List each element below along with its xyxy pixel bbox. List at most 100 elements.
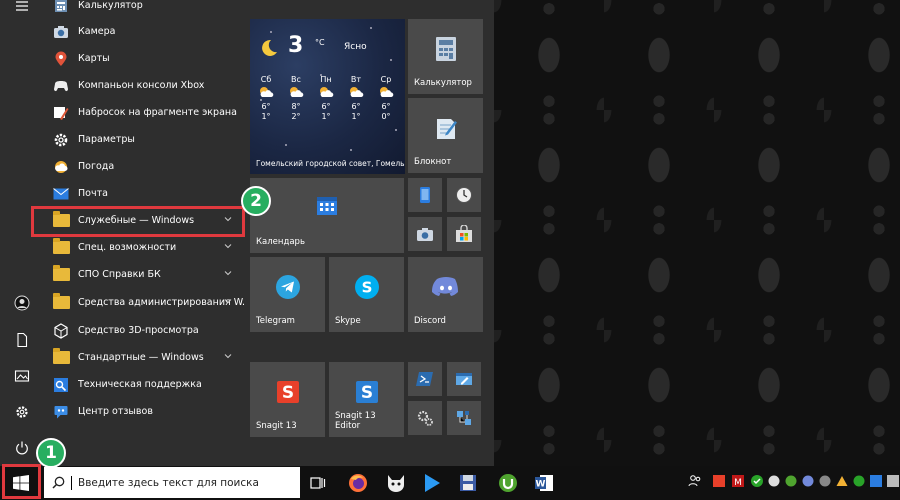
tile-powershell[interactable]	[408, 362, 442, 396]
firefox-taskbar-button[interactable]	[342, 468, 374, 498]
tile-remote-desktop[interactable]	[447, 362, 481, 396]
tile-snagit[interactable]: S Snagit 13	[250, 362, 325, 437]
tile-skype[interactable]: S Skype	[329, 257, 404, 332]
tile-discord[interactable]: Discord	[408, 257, 483, 332]
tray-app-4[interactable]	[767, 474, 781, 488]
tray-app-2[interactable]: M	[731, 474, 745, 488]
gear-icon	[16, 406, 28, 418]
tile-calendar[interactable]: Календарь	[250, 178, 404, 253]
tray-app-6[interactable]	[801, 474, 815, 488]
tray-app-10[interactable]	[869, 474, 883, 488]
tile-label-line2: Editor	[335, 421, 361, 432]
weather-icon	[52, 158, 70, 176]
partly-cloudy-icon	[260, 86, 274, 97]
tile-notepad[interactable]: Блокнот	[408, 98, 483, 173]
app-xbox-companion[interactable]: Компаньон консоли Xbox	[44, 72, 244, 99]
app-camera[interactable]: Камера	[44, 18, 244, 45]
app-tech-support[interactable]: Техническая поддержка	[44, 371, 244, 398]
forecast-low: 1°	[261, 112, 271, 122]
settings-button[interactable]	[0, 394, 44, 430]
firefox-icon	[349, 474, 367, 492]
clock-icon	[456, 187, 472, 203]
warning-icon	[836, 476, 848, 486]
media-player-taskbar-button[interactable]	[416, 468, 448, 498]
calculator-icon	[52, 0, 70, 15]
snagit-icon: S	[276, 380, 300, 404]
app-settings[interactable]: Параметры	[44, 126, 244, 153]
snip-sketch-icon	[52, 104, 70, 122]
tray-app-5[interactable]	[784, 474, 798, 488]
tile-snagit-editor[interactable]: S Snagit 13 Editor	[329, 362, 404, 437]
skype-icon: S	[354, 274, 380, 300]
3d-viewer-icon	[52, 322, 70, 340]
maps-pin-icon	[52, 50, 70, 68]
utorrent-taskbar-button[interactable]	[492, 468, 524, 498]
tray-app-3[interactable]	[750, 474, 764, 488]
tile-alarms-clock[interactable]	[447, 178, 481, 212]
forecast-day-name: Сб	[260, 75, 272, 84]
play-icon	[425, 474, 440, 492]
app-label: Техническая поддержка	[78, 379, 202, 390]
chat-icon	[768, 475, 780, 487]
folder-admin-tools[interactable]: Средства администрирования W...	[44, 289, 244, 316]
tray-app-8[interactable]	[835, 474, 849, 488]
app-weather[interactable]: Погода	[44, 153, 244, 180]
tile-camera[interactable]	[408, 217, 442, 251]
weather-tile[interactable]: 3 °C Ясно Сб 6° 1° Вс 8° 2° Пн 6° 1° Вт …	[250, 19, 405, 174]
power-icon	[16, 441, 28, 455]
folder-icon	[52, 265, 70, 284]
app-taskbar-button[interactable]	[380, 468, 412, 498]
app-label: Карты	[78, 53, 110, 64]
app-label: Средство 3D-просмотра	[78, 325, 199, 336]
tile-calculator[interactable]: Калькулятор	[408, 19, 483, 94]
tile-microsoft-store[interactable]	[447, 217, 481, 251]
app-tray-icon	[713, 475, 725, 487]
tile-component-services[interactable]	[447, 401, 481, 435]
weather-condition: Ясно	[344, 42, 367, 52]
forecast-low: 1°	[321, 112, 331, 122]
forecast-day-name: Ср	[380, 75, 392, 84]
powershell-icon	[416, 372, 433, 386]
pictures-button[interactable]	[0, 358, 44, 394]
folder-windows-standard[interactable]: Стандартные — Windows	[44, 344, 244, 371]
search-icon	[52, 476, 65, 489]
people-tray-icon[interactable]	[688, 474, 702, 488]
folder-highlight	[31, 206, 245, 237]
tray-app-1[interactable]	[712, 474, 726, 488]
search-box[interactable]: Введите здесь текст для поиска	[44, 467, 300, 498]
tile-services[interactable]	[408, 401, 442, 435]
tray-app-7[interactable]	[818, 474, 832, 488]
tile-phone-companion[interactable]	[408, 178, 442, 212]
forecast-low: 0°	[381, 112, 391, 122]
tray-app-9[interactable]	[852, 474, 866, 488]
app-feedback-hub[interactable]: Центр отзывов	[44, 398, 244, 425]
app-3d-viewer[interactable]: Средство 3D-просмотра	[44, 317, 244, 344]
app-maps[interactable]: Карты	[44, 45, 244, 72]
word-taskbar-button[interactable]: W	[528, 468, 560, 498]
folder-accessibility[interactable]: Спец. возможности	[44, 234, 244, 261]
antivirus-icon	[853, 475, 865, 487]
folder-icon	[52, 238, 70, 257]
tile-telegram[interactable]: Telegram	[250, 257, 325, 332]
store-icon	[456, 225, 472, 242]
partly-cloudy-icon	[380, 86, 394, 97]
documents-button[interactable]	[0, 322, 44, 358]
app-label: Стандартные — Windows	[78, 352, 204, 363]
task-view-button[interactable]	[302, 468, 334, 498]
app-calculator[interactable]: Калькулятор	[44, 0, 244, 19]
weather-temperature: 3	[288, 33, 304, 58]
app-mail[interactable]: Почта	[44, 180, 244, 207]
step-badge-2: 2	[241, 186, 271, 216]
app-label: Калькулятор	[78, 0, 143, 11]
folder-spo-bk[interactable]: СПО Справки БК	[44, 261, 244, 288]
forecast-high: 6°	[261, 101, 271, 111]
folder-icon	[52, 348, 70, 367]
mcafee-icon: M	[732, 475, 744, 487]
hamburger-menu-button[interactable]	[0, 0, 44, 24]
app-snip-sketch[interactable]: Набросок на фрагменте экрана	[44, 99, 244, 126]
floppy-disk-icon	[460, 475, 476, 491]
tile-label: Telegram	[256, 316, 295, 327]
save-app-taskbar-button[interactable]	[452, 468, 484, 498]
user-account-button[interactable]	[0, 285, 44, 321]
tray-app-11[interactable]	[886, 474, 900, 488]
